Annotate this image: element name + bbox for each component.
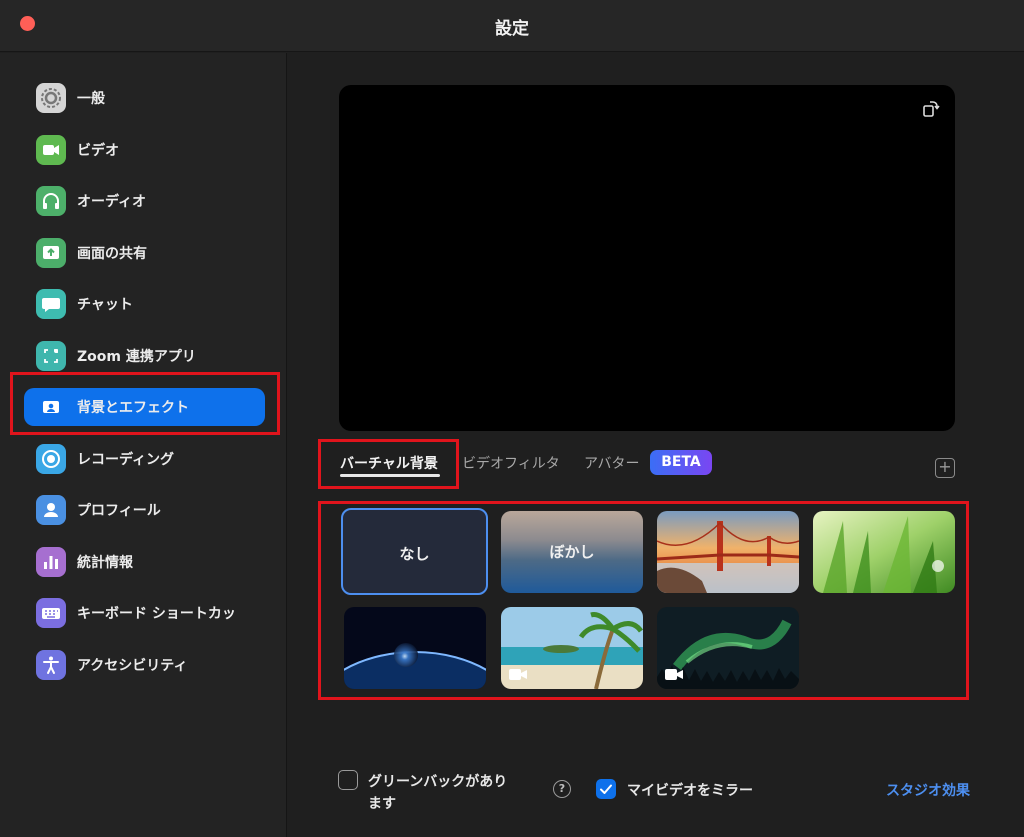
beta-badge: BETA — [650, 450, 712, 475]
sidebar-item-profile[interactable]: プロフィール — [24, 491, 265, 529]
sidebar-item-label: 統計情報 — [77, 554, 133, 571]
sidebar-item-label: キーボード ショートカッ — [77, 606, 236, 622]
add-background-button[interactable]: + — [935, 458, 955, 478]
sidebar-item-apps[interactable]: Zoom 連携アプリ — [24, 337, 265, 375]
sidebar-item-label: 画面の共有 — [77, 245, 147, 262]
green-screen-checkbox[interactable] — [338, 770, 358, 790]
accessibility-icon — [36, 649, 66, 680]
mirror-video-checkbox[interactable] — [596, 779, 616, 799]
sidebar-item-label: レコーディング — [77, 451, 175, 468]
chat-bubble-icon — [36, 289, 66, 319]
green-screen-label-line2: ます — [368, 796, 396, 812]
gear-icon — [36, 83, 66, 113]
sidebar-item-share-screen[interactable]: 画面の共有 — [24, 234, 265, 272]
sidebar-item-label: 一般 — [77, 91, 105, 107]
mirror-video-label: マイビデオをミラー — [627, 783, 753, 799]
sidebar-item-record[interactable]: レコーディング — [24, 440, 265, 478]
video-preview — [339, 85, 955, 431]
apps-icon — [36, 340, 66, 371]
sidebar-item-chat-bubble[interactable]: チャット — [24, 285, 265, 323]
share-screen-icon — [36, 237, 66, 268]
statistics-icon — [36, 546, 66, 577]
sidebar-item-label: プロフィール — [77, 503, 161, 519]
sidebar-item-video-camera[interactable]: ビデオ — [24, 131, 265, 169]
sidebar-item-headphones[interactable]: オーディオ — [24, 182, 265, 220]
tab-video-filters[interactable]: ビデオフィルタ — [462, 453, 560, 473]
window-title: 設定 — [495, 19, 529, 39]
green-screen-label-line1: グリーンバックがあり — [368, 774, 508, 790]
video-camera-icon — [36, 134, 66, 165]
headphones-icon — [36, 186, 66, 216]
sidebar-item-statistics[interactable]: 統計情報 — [24, 543, 265, 581]
record-icon — [36, 443, 66, 474]
sidebar-item-label: アクセシビリティ — [77, 657, 188, 674]
sidebar-item-label: Zoom 連携アプリ — [77, 348, 196, 365]
settings-sidebar: 一般 ビデオ オーディオ 画面の共有 チャット Zoom 連携アプリ 背景とエフェクト レコー… — [0, 53, 287, 837]
highlight-box-tab — [318, 439, 459, 489]
keyboard-icon — [36, 598, 66, 628]
profile-icon — [36, 495, 66, 525]
help-icon[interactable]: ? — [553, 780, 571, 798]
sidebar-item-label: オーディオ — [77, 194, 147, 210]
checkmark-icon — [600, 784, 612, 794]
title-bar: 設定 — [0, 0, 1024, 52]
rotate-camera-icon[interactable] — [921, 99, 941, 119]
sidebar-item-keyboard[interactable]: キーボード ショートカッ — [24, 594, 265, 632]
sidebar-item-gear[interactable]: 一般 — [24, 79, 265, 117]
sidebar-item-label: ビデオ — [77, 142, 119, 159]
tab-avatars[interactable]: アバター — [584, 453, 639, 473]
sidebar-item-accessibility[interactable]: アクセシビリティ — [24, 646, 265, 684]
highlight-box-backgrounds — [318, 501, 969, 700]
studio-effects-link[interactable]: スタジオ効果 — [886, 780, 970, 800]
sidebar-item-label: チャット — [77, 297, 133, 313]
highlight-box-sidebar — [10, 372, 280, 435]
